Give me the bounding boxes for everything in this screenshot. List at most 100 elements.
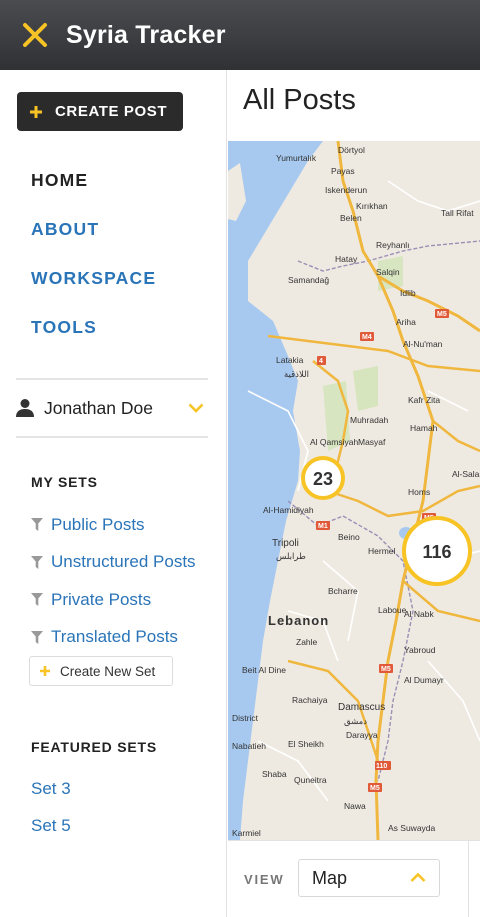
- user-icon: [16, 399, 34, 417]
- nav-item-workspace[interactable]: WORKSPACE: [31, 266, 156, 315]
- set-label: Public Posts: [51, 514, 145, 534]
- map-label: طرابلس: [276, 551, 306, 562]
- map-label: Muhradah: [350, 415, 389, 425]
- filter-icon: [31, 555, 51, 569]
- nav-item-tools[interactable]: TOOLS: [31, 315, 156, 364]
- map-label: Payas: [331, 166, 355, 176]
- road-shield: 110: [376, 763, 387, 770]
- map-label: Laboue: [378, 605, 407, 615]
- map-label: Iskenderun: [325, 185, 367, 195]
- map-label: Latakia: [276, 355, 304, 365]
- map-label: Beit Al Dine: [242, 665, 286, 675]
- chevron-up-icon: [410, 872, 426, 882]
- close-icon: [23, 23, 47, 47]
- map-label: As Suwayda: [388, 823, 436, 833]
- view-bar: VIEW Map: [228, 840, 480, 917]
- create-post-button[interactable]: CREATE POST: [17, 92, 183, 131]
- view-label: VIEW: [244, 872, 285, 887]
- page-title: All Posts: [243, 84, 356, 116]
- map-label: Salqin: [376, 267, 400, 277]
- filter-icon: [31, 518, 51, 532]
- road-shield: M5: [437, 311, 447, 318]
- nav-item-about[interactable]: ABOUT: [31, 217, 156, 266]
- plus-icon: [30, 665, 60, 677]
- user-name: Jonathan Doe: [44, 397, 153, 418]
- map-label: Yabroud: [404, 645, 436, 655]
- featured-set-item[interactable]: Set 3: [31, 770, 71, 808]
- view-select[interactable]: Map: [298, 859, 440, 897]
- set-item-translated-posts[interactable]: Translated Posts: [31, 619, 196, 657]
- map-label: Al Qamsiyah: [310, 437, 358, 447]
- cluster-count: 116: [422, 542, 451, 562]
- map-label: Bcharre: [328, 586, 358, 596]
- create-new-set-label: Create New Set: [60, 663, 156, 679]
- map-label: District: [232, 713, 259, 723]
- divider: [16, 436, 208, 438]
- filter-icon: [31, 630, 51, 644]
- map-label: Damascus: [338, 702, 385, 713]
- main-nav: HOME ABOUT WORKSPACE TOOLS: [31, 168, 156, 364]
- map-label: Al-Hamidiyah: [263, 505, 314, 515]
- map-label: Reyhanlı: [376, 240, 410, 250]
- map-label: Beino: [338, 532, 360, 542]
- map-label: Shaba: [262, 769, 287, 779]
- set-item-private-posts[interactable]: Private Posts: [31, 581, 196, 619]
- map-label: Nawa: [344, 801, 366, 811]
- map-label: Homs: [408, 487, 430, 497]
- posts-map[interactable]: Yumurtalık Dörtyol Payas Iskenderun Kırı…: [228, 141, 480, 840]
- map-label: Yumurtalık: [276, 153, 317, 163]
- map-label: Tripoli: [272, 538, 299, 549]
- road-shield: M1: [318, 523, 328, 530]
- map-label: Hatay: [335, 254, 358, 264]
- map-label: Nabatieh: [232, 741, 266, 751]
- map-label: Samandağ: [288, 275, 329, 285]
- map-label: Idlib: [400, 288, 416, 298]
- map-label: اللاذقية: [284, 369, 309, 379]
- set-label: Unstructured Posts: [51, 552, 196, 572]
- map-label: Al-Salam: [452, 469, 480, 479]
- view-select-value: Map: [312, 867, 348, 888]
- map-label: Karmiel: [232, 828, 261, 838]
- map-label: Zahle: [296, 637, 318, 647]
- map-label: Kafr Zita: [408, 395, 440, 405]
- set-item-public-posts[interactable]: Public Posts: [31, 506, 196, 544]
- map-label: Al Dumayr: [404, 675, 444, 685]
- road-shield: M5: [370, 785, 380, 792]
- map-label: Al-Nu'man: [403, 339, 443, 349]
- set-item-unstructured-posts[interactable]: Unstructured Posts: [31, 544, 196, 582]
- map-label: Hamah: [410, 423, 438, 433]
- road-shield: 4: [319, 358, 323, 365]
- create-post-label: CREATE POST: [55, 103, 168, 120]
- map-label: Lebanon: [268, 613, 329, 628]
- featured-set-item[interactable]: Set 5: [31, 808, 71, 846]
- map-label: Hermel: [368, 546, 396, 556]
- map-label: دمشق: [344, 716, 367, 727]
- close-button[interactable]: [0, 0, 70, 70]
- app-title: Syria Tracker: [66, 20, 226, 49]
- my-sets-title: MY SETS: [31, 474, 98, 490]
- map-cluster-116[interactable]: 116: [402, 516, 472, 586]
- map-label: Darayya: [346, 730, 378, 740]
- map-label: Masyaf: [358, 437, 386, 447]
- map-label: El Sheikh: [288, 739, 324, 749]
- map-label: Tall Rifat: [441, 208, 474, 218]
- create-new-set-button[interactable]: Create New Set: [29, 656, 173, 686]
- road-shield: M5: [381, 666, 391, 673]
- chevron-down-icon: [188, 403, 204, 413]
- sidebar: CREATE POST HOME ABOUT WORKSPACE TOOLS J…: [0, 70, 227, 917]
- road-shield: M4: [362, 334, 372, 341]
- app-header: Syria Tracker: [0, 0, 480, 70]
- divider: [16, 378, 208, 380]
- user-menu[interactable]: Jonathan Doe: [16, 392, 208, 424]
- map-label: Kırıkhan: [356, 201, 388, 211]
- set-label: Private Posts: [51, 589, 152, 609]
- map-label: Al Nabk: [404, 609, 435, 619]
- map-label: Quneitra: [294, 775, 327, 785]
- cluster-count: 23: [313, 469, 333, 489]
- map-label: Rachaiya: [292, 695, 328, 705]
- set-label: Translated Posts: [51, 627, 178, 647]
- nav-item-home[interactable]: HOME: [31, 168, 156, 217]
- map-cluster-23[interactable]: 23: [301, 456, 345, 500]
- map-label: Dörtyol: [338, 145, 365, 155]
- divider: [468, 841, 469, 917]
